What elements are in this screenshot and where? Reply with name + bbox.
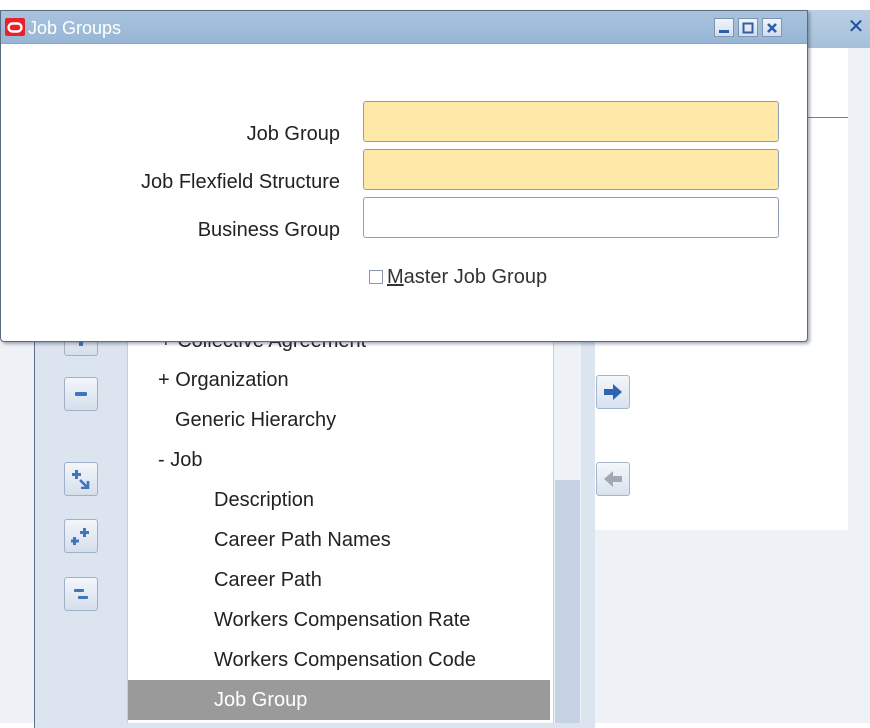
tree-item-workers-compensation-rate[interactable]: Workers Compensation Rate — [128, 600, 550, 640]
master-job-group-mnemonic: M — [387, 265, 404, 288]
master-job-group-label: Master Job Group — [387, 266, 547, 289]
arrow-right-icon — [604, 384, 622, 400]
master-job-group-checkbox-row[interactable]: Master Job Group — [369, 263, 547, 291]
navigator-close-icon[interactable]: ✕ — [845, 14, 867, 40]
tree-item-job[interactable]: - Job — [128, 440, 550, 480]
job-flexfield-structure-field[interactable] — [363, 149, 779, 190]
close-button[interactable] — [762, 18, 782, 37]
arrow-left-icon — [604, 471, 622, 487]
job-groups-dialog: Job Groups Job Group Job Flexfield Struc… — [0, 10, 808, 342]
business-group-label: Business Group — [197, 219, 340, 241]
expand-all-icon — [71, 528, 89, 545]
minimize-button[interactable] — [714, 18, 734, 37]
expand-branch-button[interactable] — [64, 462, 98, 496]
tree-scrollbar[interactable] — [553, 320, 581, 723]
collapse-all-button[interactable] — [64, 577, 98, 611]
job-group-field[interactable] — [363, 101, 779, 142]
tree-item-generic-hierarchy[interactable]: Generic Hierarchy — [128, 400, 550, 440]
master-job-group-checkbox[interactable] — [369, 270, 383, 284]
close-icon — [767, 22, 777, 33]
tree-scrollbar-thumb[interactable] — [555, 480, 580, 723]
maximize-icon — [742, 22, 754, 33]
tree-item-career-path-names[interactable]: Career Path Names — [128, 520, 550, 560]
dialog-titlebar[interactable]: Job Groups — [1, 11, 807, 44]
expand-all-button[interactable] — [64, 519, 98, 553]
add-to-top-ten-button[interactable] — [596, 375, 630, 409]
master-job-group-label-rest: aster Job Group — [403, 265, 548, 288]
dialog-title: Job Groups — [28, 18, 122, 38]
function-tree: + Collective Agreement + Organization Ge… — [127, 320, 554, 723]
collapse-button[interactable] — [64, 377, 98, 411]
remove-from-top-ten-button[interactable] — [596, 462, 630, 496]
tree-item-workers-compensation-code[interactable]: Workers Compensation Code — [128, 640, 550, 680]
navigator-divider — [808, 117, 848, 118]
tree-item-career-path[interactable]: Career Path — [128, 560, 550, 600]
business-group-field[interactable] — [363, 197, 779, 238]
oracle-logo-icon — [5, 18, 25, 36]
tree-item-organization[interactable]: + Organization — [128, 360, 550, 400]
tree-item-job-group[interactable]: Job Group — [128, 680, 550, 720]
maximize-button[interactable] — [738, 18, 758, 37]
collapse-all-icon — [74, 589, 88, 599]
minimize-icon — [719, 29, 729, 33]
minus-icon — [75, 392, 87, 396]
tree-item-description[interactable]: Description — [128, 480, 550, 520]
navigator-right-strip — [848, 48, 870, 723]
job-flexfield-structure-label: Job Flexfield Structure — [141, 171, 340, 193]
job-group-label: Job Group — [246, 123, 340, 145]
expand-branch-icon — [72, 470, 90, 489]
